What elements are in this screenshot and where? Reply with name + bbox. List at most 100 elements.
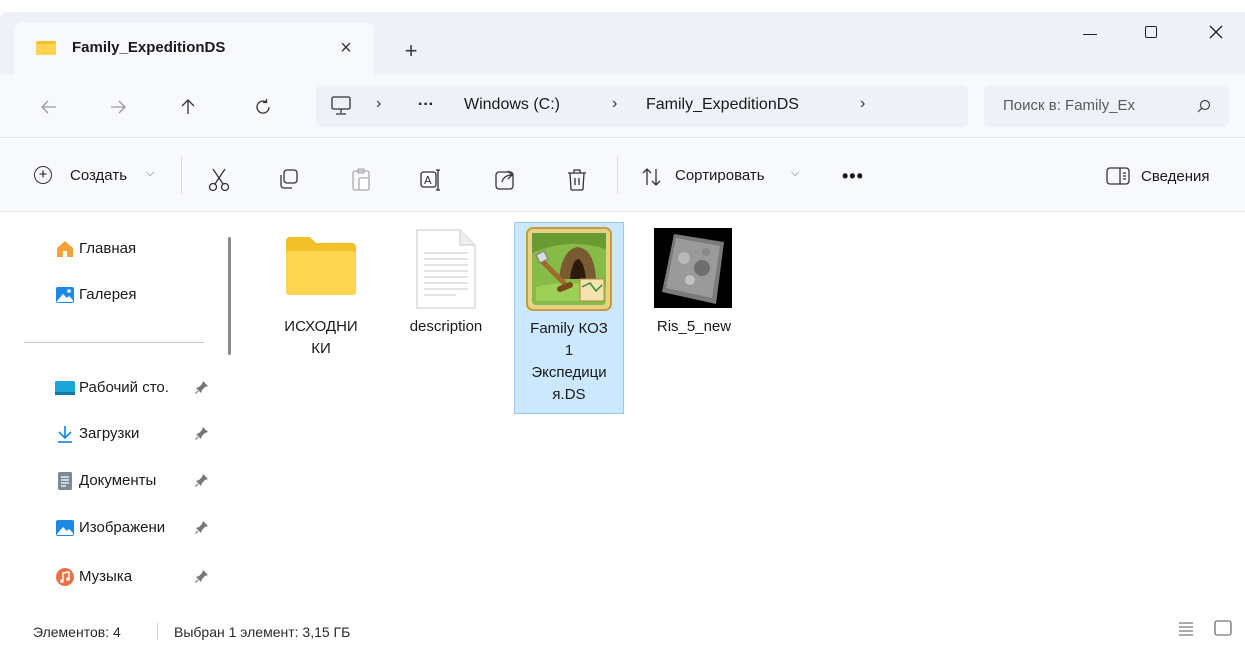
close-window-button[interactable] [1187, 12, 1245, 52]
details-pane-icon [1106, 167, 1130, 185]
chevron-down-icon: ⌵ [791, 167, 800, 179]
file-name-line: 1 [564, 342, 574, 359]
file-item-description[interactable]: description [391, 221, 501, 361]
file-name: ИСХОДНИ КИ [266, 316, 376, 360]
back-button[interactable] [31, 89, 67, 125]
navigation-pane: Главная Галерея Рабочий сто. Загрузки До… [0, 213, 243, 611]
this-pc-icon [331, 96, 351, 115]
arrow-right-icon [111, 100, 126, 114]
more-options-button[interactable]: ••• [842, 166, 864, 187]
refresh-button[interactable] [245, 89, 281, 125]
sidebar-item-label: Музыка [79, 568, 133, 585]
new-tab-button[interactable]: + [394, 34, 428, 68]
scissors-icon [208, 168, 230, 192]
arrow-up-icon [181, 99, 195, 114]
pin-icon[interactable] [195, 520, 209, 534]
pin-icon[interactable] [195, 426, 209, 440]
minimize-button[interactable] [1061, 12, 1119, 52]
chevron-down-icon: ⌵ [146, 167, 155, 179]
folder-icon [286, 237, 356, 295]
background-window-strip [0, 0, 1245, 12]
item-count: Элементов: 4 [33, 624, 121, 640]
status-divider [157, 623, 158, 640]
forward-button[interactable] [100, 89, 136, 125]
svg-text:A: A [424, 174, 432, 187]
sidebar-item-label: Рабочий сто. [79, 379, 169, 396]
maximize-button[interactable] [1121, 12, 1179, 52]
file-name: description [409, 318, 483, 335]
clipboard-icon [352, 168, 370, 191]
file-item-ris-5-new[interactable]: Ris_5_new [639, 221, 749, 361]
breadcrumb-separator: › [860, 95, 866, 112]
tab-title: Family_ExpeditionDS [72, 39, 226, 56]
rename-icon: A [420, 169, 440, 191]
home-icon [57, 241, 73, 257]
share-button[interactable] [495, 168, 517, 190]
breadcrumb-separator: › [376, 95, 382, 112]
create-label: Создать [70, 167, 128, 184]
tab-family-expeditionds[interactable]: Family_ExpeditionDS × [14, 22, 374, 75]
pictures-icon [56, 520, 74, 536]
image-thumbnail [654, 228, 732, 308]
copy-button[interactable] [278, 168, 300, 190]
search-icon [1197, 99, 1211, 113]
file-name-line: Экспедици [531, 364, 607, 381]
sort-label: Сортировать [675, 167, 765, 184]
folder-icon [36, 41, 56, 55]
cut-button[interactable] [208, 168, 230, 192]
sidebar-item-label: Документы [79, 472, 157, 489]
nav-divider [24, 342, 204, 343]
desktop-icon [55, 381, 75, 395]
delete-button[interactable] [566, 168, 588, 191]
close-tab-button[interactable]: × [332, 34, 360, 62]
rename-button[interactable]: A [420, 168, 442, 191]
arrow-left-icon [41, 100, 56, 114]
paste-button[interactable] [351, 168, 373, 191]
status-bar: Элементов: 4 Выбран 1 элемент: 3,15 ГБ [0, 611, 1245, 646]
pin-icon[interactable] [195, 473, 209, 487]
breadcrumb-overflow-button[interactable]: ··· [418, 96, 434, 114]
toolbar-divider [181, 156, 182, 194]
file-item-folder[interactable]: ИСХОДНИ КИ [266, 221, 376, 381]
minimize-icon [1083, 34, 1097, 35]
refresh-icon [256, 99, 270, 114]
gallery-icon [56, 287, 74, 303]
breadcrumb-family-expeditionds[interactable]: Family_ExpeditionDS [646, 96, 799, 114]
pin-icon[interactable] [195, 380, 209, 394]
document-icon [58, 472, 72, 490]
up-button[interactable] [170, 89, 206, 125]
breadcrumb-separator: › [612, 95, 618, 112]
details-view-icon[interactable] [1178, 620, 1194, 636]
plus-circle-icon: + [34, 166, 52, 184]
search-input[interactable]: Поиск в: Family_Ex [984, 85, 1229, 127]
expedition-app-icon [526, 227, 612, 311]
file-name-line: я.DS [552, 386, 586, 403]
sidebar-item-label: Главная [79, 240, 137, 257]
file-name: Family КОЗ 1 Экспедици я.DS [515, 318, 623, 406]
text-file-icon [416, 229, 476, 309]
file-name: Ris_5_new [656, 318, 732, 335]
copy-icon [280, 169, 298, 189]
sort-arrows-icon [642, 168, 661, 186]
share-icon [495, 170, 514, 190]
selection-info: Выбран 1 элемент: 3,15 ГБ [174, 624, 351, 640]
nav-scrollbar[interactable] [228, 237, 231, 355]
breadcrumb-windows-c[interactable]: Windows (C:) [464, 96, 560, 114]
file-list: ИСХОДНИ КИ description Family КОЗ 1 Эксп… [243, 213, 1245, 611]
command-bar: + Создать ⌵ A Сортировать ⌵ ••• Сведения [0, 138, 1245, 212]
large-icons-view-icon[interactable] [1214, 620, 1232, 636]
trash-icon [568, 169, 586, 191]
details-label: Сведения [1141, 168, 1210, 185]
file-name-line: КИ [311, 340, 331, 357]
address-field[interactable]: › ··· Windows (C:) › Family_ExpeditionDS… [316, 85, 968, 127]
title-bar: Family_ExpeditionDS × + [0, 12, 1245, 75]
music-icon [56, 568, 74, 586]
download-icon [58, 426, 72, 443]
file-name-line: Family КОЗ [530, 320, 608, 337]
file-item-family-koz[interactable]: Family КОЗ 1 Экспедици я.DS [514, 222, 624, 414]
maximize-icon [1145, 26, 1157, 38]
pin-icon[interactable] [195, 569, 209, 583]
toolbar-divider [617, 156, 618, 194]
sidebar-item-label: Изображени [79, 519, 166, 536]
search-placeholder: Поиск в: Family_Ex [1003, 97, 1136, 114]
